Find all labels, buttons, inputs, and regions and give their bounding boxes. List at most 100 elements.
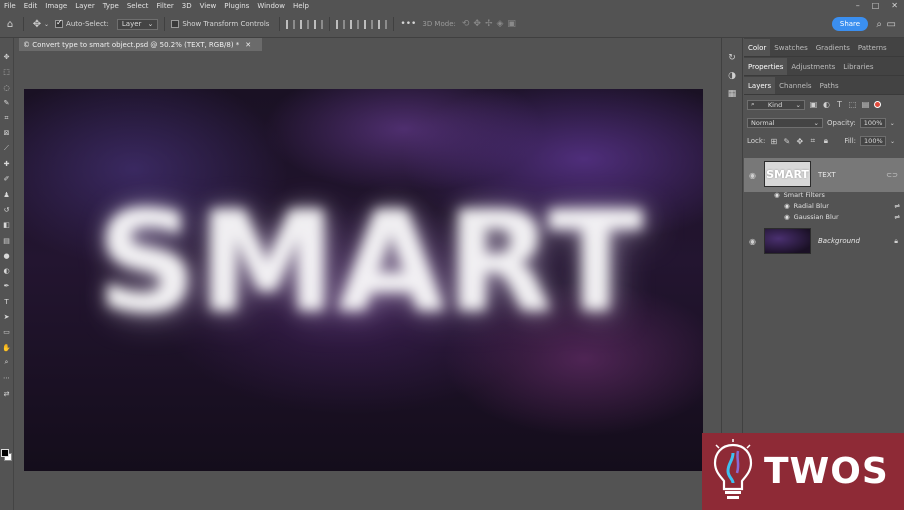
layer-row-background[interactable]: ◉ Background 🔒︎ (744, 226, 904, 256)
crop-tool-icon[interactable]: ⌗ (2, 113, 12, 123)
hand-tool-icon[interactable]: ✋ (2, 343, 12, 353)
path-select-icon[interactable]: ➤ (2, 312, 12, 322)
brush-tool-icon[interactable]: ✐ (2, 174, 12, 184)
more-tools-icon[interactable]: ⋯ (2, 373, 12, 383)
visibility-eye-icon[interactable]: ◉ (749, 171, 756, 180)
menu-3d[interactable]: 3D (182, 2, 192, 10)
foreground-color-swatch[interactable] (1, 449, 9, 457)
lock-position-icon[interactable]: ✥ (795, 137, 804, 146)
filter-options-icon[interactable]: ⇌ (895, 213, 900, 221)
distribute-icon[interactable] (378, 19, 388, 29)
eraser-icon[interactable]: ◧ (2, 220, 12, 230)
menu-view[interactable]: View (200, 2, 217, 10)
lock-pixels-icon[interactable]: ✎ (782, 137, 791, 146)
auto-select-target-dropdown[interactable]: Layer ⌄ (116, 18, 159, 30)
tab-libraries[interactable]: Libraries (839, 58, 877, 75)
close-icon[interactable]: ✕ (891, 1, 898, 10)
menu-edit[interactable]: Edit (24, 2, 38, 10)
history-icon[interactable]: ↻ (726, 52, 738, 64)
maximize-icon[interactable]: □ (872, 1, 880, 10)
dodge-tool-icon[interactable]: ◐ (2, 266, 12, 276)
align-top-icon[interactable] (336, 19, 346, 29)
tab-channels[interactable]: Channels (775, 77, 815, 94)
artboard-icon[interactable]: ⌗ (808, 136, 817, 146)
menu-help[interactable]: Help (293, 2, 309, 10)
frame-tool-icon[interactable]: ⊠ (2, 128, 12, 138)
adjustment-filter-icon[interactable]: ◐ (822, 100, 831, 109)
healing-brush-icon[interactable]: ✚ (2, 159, 12, 169)
properties-icon[interactable]: ▦ (726, 88, 738, 100)
lock-transparent-icon[interactable]: ⊞ (769, 137, 778, 146)
menu-file[interactable]: File (4, 2, 16, 10)
fill-input[interactable]: 100% (860, 136, 887, 146)
chevron-down-icon[interactable]: ⌄ (44, 21, 49, 28)
smart-filters-row[interactable]: ◉ Smart Filters (774, 191, 825, 199)
layer-row-text[interactable]: ◉ SMART TEXT ⊂⊃ (744, 158, 904, 192)
workspace-icon[interactable]: ▭ (887, 19, 896, 30)
visibility-eye-icon[interactable]: ◉ (774, 191, 780, 199)
visibility-eye-icon[interactable]: ◉ (784, 213, 790, 221)
menu-type[interactable]: Type (103, 2, 119, 10)
opacity-input[interactable]: 100% (859, 118, 886, 128)
pixel-filter-icon[interactable]: ▣ (809, 100, 818, 109)
tab-properties[interactable]: Properties (744, 58, 788, 75)
move-tool-icon[interactable]: ✥ (30, 17, 44, 31)
layer-name[interactable]: TEXT (818, 171, 836, 179)
home-icon[interactable]: ⌂ (3, 17, 17, 31)
filter-options-icon[interactable]: ⇌ (895, 202, 900, 210)
more-options-icon[interactable]: ••• (400, 19, 416, 29)
tab-layers[interactable]: Layers (744, 77, 776, 94)
lasso-tool-icon[interactable]: ◌ (2, 83, 12, 93)
align-right-icon[interactable] (314, 19, 324, 29)
menu-image[interactable]: Image (45, 2, 67, 10)
menu-filter[interactable]: Filter (156, 2, 173, 10)
auto-select-checkbox[interactable] (55, 18, 64, 28)
lock-all-icon[interactable]: 🔒︎ (821, 136, 830, 146)
menu-select[interactable]: Select (127, 2, 149, 10)
blend-mode-dropdown[interactable]: Normal ⌄ (747, 118, 823, 128)
eyedropper-icon[interactable]: ⟋ (2, 144, 12, 154)
tab-patterns[interactable]: Patterns (854, 39, 891, 56)
document-tab[interactable]: © Convert type to smart object.psd @ 50.… (19, 38, 262, 51)
zoom-tool-icon[interactable]: ⌕ (2, 358, 12, 368)
chevron-down-icon[interactable]: ⌄ (890, 120, 895, 127)
filter-row-gaussian-blur[interactable]: ◉ Gaussian Blur ⇌ (784, 213, 900, 221)
filter-toggle-icon[interactable] (874, 101, 881, 108)
marquee-tool-icon[interactable]: ⬚ (2, 67, 12, 77)
gradient-tool-icon[interactable]: ▤ (2, 236, 12, 246)
layer-filter-dropdown[interactable]: ⌕ Kind ⌄ (747, 99, 805, 110)
history-brush-icon[interactable]: ↺ (2, 205, 12, 215)
align-middle-icon[interactable] (350, 19, 360, 29)
chevron-down-icon[interactable]: ⌄ (890, 138, 895, 145)
minimize-icon[interactable]: – (856, 1, 860, 10)
visibility-eye-icon[interactable]: ◉ (749, 237, 756, 246)
quick-select-icon[interactable]: ✎ (2, 98, 12, 108)
smart-object-filter-icon[interactable]: ▤ (861, 100, 870, 109)
move-tool-icon[interactable]: ✥ (2, 52, 12, 62)
menu-window[interactable]: Window (257, 2, 285, 10)
clone-stamp-icon[interactable]: ♟ (2, 190, 12, 200)
tab-gradients[interactable]: Gradients (812, 39, 854, 56)
shape-tool-icon[interactable]: ▭ (2, 327, 12, 337)
align-bottom-icon[interactable] (364, 19, 374, 29)
align-left-icon[interactable] (286, 19, 296, 29)
type-tool-icon[interactable]: T (2, 297, 12, 307)
filter-row-radial-blur[interactable]: ◉ Radial Blur ⇌ (784, 202, 900, 210)
align-center-icon[interactable] (300, 19, 310, 29)
shape-filter-icon[interactable]: ⬚ (848, 100, 857, 109)
tab-adjustments[interactable]: Adjustments (787, 58, 839, 75)
tab-swatches[interactable]: Swatches (770, 39, 811, 56)
close-icon[interactable]: ✕ (245, 41, 251, 49)
visibility-eye-icon[interactable]: ◉ (784, 202, 790, 210)
menu-layer[interactable]: Layer (75, 2, 95, 10)
swap-colors-icon[interactable]: ⇄ (2, 389, 12, 399)
search-icon[interactable]: ⌕ (876, 19, 882, 30)
pen-tool-icon[interactable]: ✒ (2, 281, 12, 291)
layer-name[interactable]: Background (818, 237, 860, 245)
document-canvas[interactable]: SMART SMART (24, 89, 703, 471)
tab-color[interactable]: Color (744, 39, 771, 56)
tab-paths[interactable]: Paths (816, 77, 843, 94)
blur-tool-icon[interactable]: ● (2, 251, 12, 261)
show-transform-checkbox[interactable] (171, 20, 180, 28)
type-filter-icon[interactable]: T (835, 100, 844, 109)
